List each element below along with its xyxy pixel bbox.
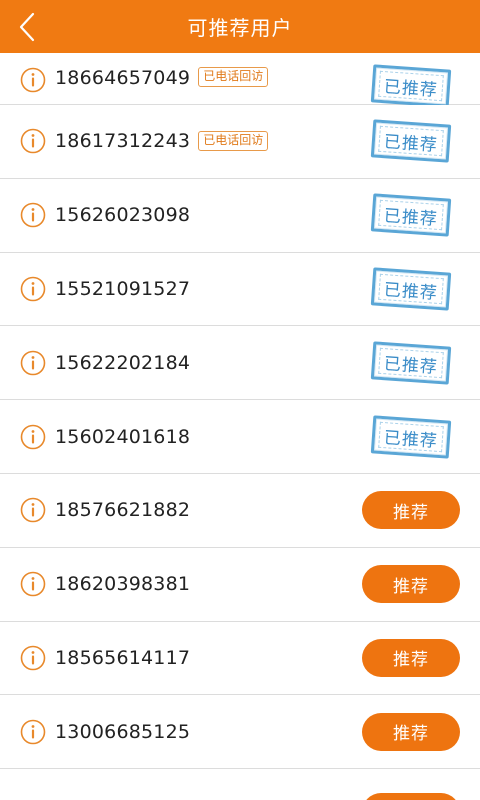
- list-item: 15626023098 已推荐: [0, 178, 480, 253]
- info-icon[interactable]: [20, 202, 46, 228]
- recommend-button[interactable]: 推荐: [362, 638, 460, 677]
- phone-number: 18576621882: [55, 499, 191, 522]
- list-item: 15602401618 已推荐: [0, 400, 480, 474]
- callback-tag: 已电话回访: [198, 131, 269, 152]
- phone-number: 15622202184: [55, 351, 191, 374]
- phone-number: 13006685125: [55, 720, 191, 743]
- recommended-stamp: 已推荐: [370, 267, 452, 311]
- info-icon[interactable]: [20, 276, 46, 302]
- recommended-stamp: 已推荐: [370, 64, 452, 108]
- list-item: 15521091527 已推荐: [0, 252, 480, 327]
- list-item: 18565614117 推荐: [0, 621, 480, 696]
- info-icon[interactable]: [20, 571, 46, 597]
- page-title: 可推荐用户: [187, 16, 293, 40]
- list-item: 18620398381 推荐: [0, 547, 480, 622]
- recommend-button[interactable]: 推荐: [362, 565, 460, 604]
- info-icon[interactable]: [20, 719, 46, 745]
- recommend-button[interactable]: [362, 793, 460, 800]
- recommend-button[interactable]: 推荐: [362, 712, 460, 751]
- list-item: 18576621882 推荐: [0, 473, 480, 548]
- info-icon[interactable]: [20, 497, 46, 523]
- phone-number: 15626023098: [55, 204, 191, 227]
- info-icon[interactable]: [20, 128, 46, 154]
- list-item: 15622202184 已推荐: [0, 326, 480, 401]
- info-icon[interactable]: [20, 424, 46, 450]
- list-item: [0, 769, 480, 800]
- phone-number: 18617312243: [55, 130, 191, 153]
- chevron-left-icon: [19, 12, 35, 42]
- list-item: 18664657049 已电话回访 已推荐: [0, 53, 480, 108]
- phone-number: 18620398381: [55, 573, 191, 596]
- list-item: 13006685125 推荐: [0, 695, 480, 770]
- recommend-button[interactable]: 推荐: [362, 491, 460, 530]
- phone-number: 15521091527: [55, 277, 191, 300]
- list-item: 18617312243 已电话回访 已推荐: [0, 105, 480, 179]
- recommended-stamp: 已推荐: [370, 341, 452, 385]
- info-icon[interactable]: [20, 67, 46, 93]
- phone-number: 18664657049: [55, 67, 191, 89]
- back-button[interactable]: [14, 12, 40, 42]
- app-header: 可推荐用户: [0, 0, 480, 53]
- info-icon[interactable]: [20, 350, 46, 376]
- recommended-stamp: 已推荐: [370, 193, 452, 237]
- info-icon[interactable]: [20, 645, 46, 671]
- callback-tag: 已电话回访: [198, 67, 269, 87]
- recommended-stamp: 已推荐: [370, 414, 452, 459]
- recommended-stamp: 已推荐: [370, 119, 452, 164]
- user-list: 18664657049 已电话回访 已推荐 18617312243 已电话回访 …: [0, 53, 480, 800]
- phone-number: 15602401618: [55, 425, 191, 448]
- phone-number: 18565614117: [55, 646, 191, 669]
